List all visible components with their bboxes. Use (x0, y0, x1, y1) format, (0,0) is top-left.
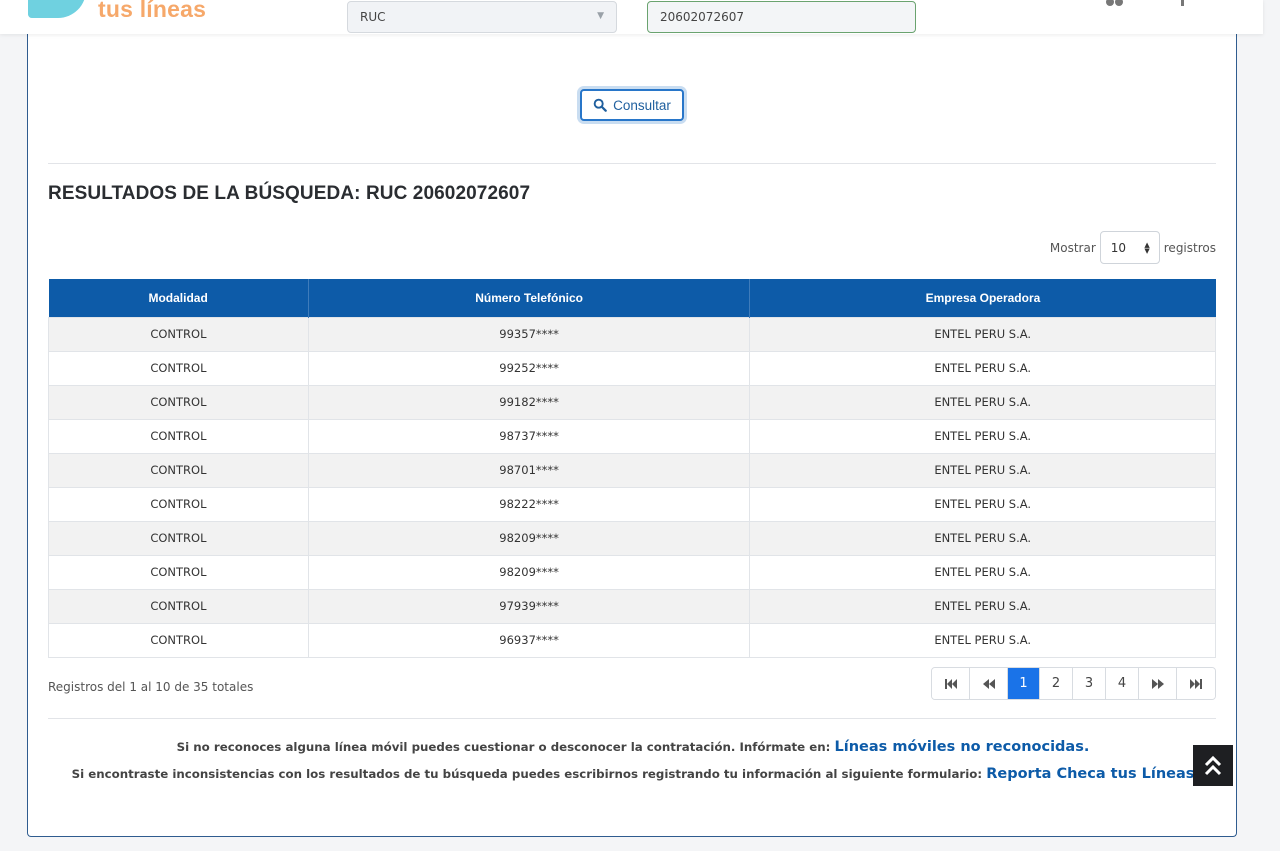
table-row: CONTROL 98701**** ENTEL PERU S.A. (48, 452, 1216, 488)
phone-cell: 99182**** (307, 384, 751, 420)
scroll-to-top-button[interactable] (1193, 745, 1233, 786)
phone-cell: 98737**** (307, 418, 751, 454)
results-card: Consultar RESULTADOS DE LA BÚSQUEDA: RUC… (27, 0, 1237, 837)
page-size-control: Mostrar 10 ▲ ▼ registros (1050, 231, 1216, 264)
fast-forward-icon (1151, 678, 1164, 689)
social-icon[interactable] (1106, 0, 1128, 6)
modality-cell: CONTROL (48, 384, 309, 420)
document-type-select[interactable]: RUC ▼ (347, 1, 617, 33)
operator-cell: ENTEL PERU S.A. (749, 384, 1216, 420)
column-header[interactable]: Modalidad (48, 279, 309, 317)
operator-cell: ENTEL PERU S.A. (749, 452, 1216, 488)
sort-arrows-icon: ▲ ▼ (1144, 241, 1150, 255)
table-row: CONTROL 98737**** ENTEL PERU S.A. (48, 418, 1216, 454)
page-button-2[interactable]: 2 (1040, 668, 1073, 699)
operator-cell: ENTEL PERU S.A. (749, 486, 1216, 522)
page-button-3[interactable]: 3 (1073, 668, 1106, 699)
divider (48, 718, 1216, 719)
logo-mark[interactable] (28, 0, 86, 18)
notice-text: Si encontraste inconsistencias con los r… (71, 767, 983, 781)
pagination: 1 2 3 4 (931, 667, 1216, 700)
report-link[interactable]: Reporta Checa tus Líneas (986, 766, 1194, 782)
report-notice: Si encontraste inconsistencias con los r… (28, 766, 1238, 782)
unrecognized-lines-notice: Si no reconoces alguna línea móvil puede… (28, 739, 1238, 755)
page-button-1[interactable]: 1 (1008, 668, 1040, 699)
page-size-value: 10 (1110, 241, 1127, 255)
double-chevron-up-icon (1204, 755, 1222, 775)
table-row: CONTROL 98222**** ENTEL PERU S.A. (48, 486, 1216, 522)
phone-cell: 98222**** (307, 486, 751, 522)
notice-text: Si no reconoces alguna línea móvil puede… (176, 740, 831, 754)
consult-label: Consultar (613, 97, 671, 113)
unrecognized-lines-link[interactable]: Líneas móviles no reconocidas. (835, 739, 1090, 755)
phone-cell: 99357**** (307, 316, 751, 352)
operator-cell: ENTEL PERU S.A. (749, 622, 1216, 658)
operator-cell: ENTEL PERU S.A. (749, 418, 1216, 454)
last-page-button[interactable] (1177, 668, 1215, 699)
column-header[interactable]: Empresa Operadora (749, 279, 1216, 317)
table-row: CONTROL 98209**** ENTEL PERU S.A. (48, 554, 1216, 590)
document-type-value: RUC (360, 10, 386, 24)
records-label: registros (1163, 240, 1216, 255)
table-row: CONTROL 99252**** ENTEL PERU S.A. (48, 350, 1216, 386)
chevron-down-icon: ▼ (597, 11, 604, 21)
page-button-4[interactable]: 4 (1106, 668, 1139, 699)
first-page-icon (944, 678, 957, 689)
results-title: RESULTADOS DE LA BÚSQUEDA: RUC 206020726… (48, 183, 531, 204)
modality-cell: CONTROL (48, 486, 309, 522)
modality-cell: CONTROL (48, 350, 309, 386)
operator-cell: ENTEL PERU S.A. (749, 350, 1216, 386)
records-summary: Registros del 1 al 10 de 35 totales (48, 680, 254, 694)
page-size-select[interactable]: 10 ▲ ▼ (1099, 231, 1160, 264)
table-row: CONTROL 99182**** ENTEL PERU S.A. (48, 384, 1216, 420)
operator-cell: ENTEL PERU S.A. (749, 520, 1216, 556)
top-header: tus líneas RUC ▼ (0, 0, 1263, 34)
phone-cell: 96937**** (307, 622, 751, 658)
phone-cell: 98209**** (307, 520, 751, 556)
next-page-button[interactable] (1139, 668, 1177, 699)
logo-text[interactable]: tus líneas (98, 0, 206, 23)
modality-cell: CONTROL (48, 316, 309, 352)
table-row: CONTROL 96937**** ENTEL PERU S.A. (48, 622, 1216, 658)
divider (48, 163, 1216, 164)
operator-cell: ENTEL PERU S.A. (749, 588, 1216, 624)
facebook-icon[interactable] (1175, 0, 1197, 6)
search-icon (593, 98, 607, 112)
phone-cell: 98209**** (307, 554, 751, 590)
results-table: Modalidad Número Telefónico Empresa Oper… (48, 279, 1216, 658)
last-page-icon (1190, 678, 1202, 689)
phone-cell: 98701**** (307, 452, 751, 488)
table-row: CONTROL 99357**** ENTEL PERU S.A. (48, 316, 1216, 352)
first-page-button[interactable] (932, 668, 970, 699)
prev-page-button[interactable] (970, 668, 1008, 699)
show-label: Mostrar (1049, 240, 1096, 255)
column-header[interactable]: Número Telefónico (308, 279, 751, 317)
operator-cell: ENTEL PERU S.A. (749, 316, 1216, 352)
table-row: CONTROL 97939**** ENTEL PERU S.A. (48, 588, 1216, 624)
modality-cell: CONTROL (48, 418, 309, 454)
phone-cell: 97939**** (307, 588, 751, 624)
rewind-icon (982, 678, 995, 689)
table-row: CONTROL 98209**** ENTEL PERU S.A. (48, 520, 1216, 556)
operator-cell: ENTEL PERU S.A. (749, 554, 1216, 590)
modality-cell: CONTROL (48, 452, 309, 488)
phone-cell: 99252**** (307, 350, 751, 386)
modality-cell: CONTROL (48, 622, 309, 658)
document-number-input[interactable] (647, 1, 916, 33)
table-header-row: Modalidad Número Telefónico Empresa Oper… (48, 279, 1216, 317)
consult-button[interactable]: Consultar (580, 89, 684, 121)
modality-cell: CONTROL (48, 588, 309, 624)
modality-cell: CONTROL (48, 520, 309, 556)
modality-cell: CONTROL (48, 554, 309, 590)
